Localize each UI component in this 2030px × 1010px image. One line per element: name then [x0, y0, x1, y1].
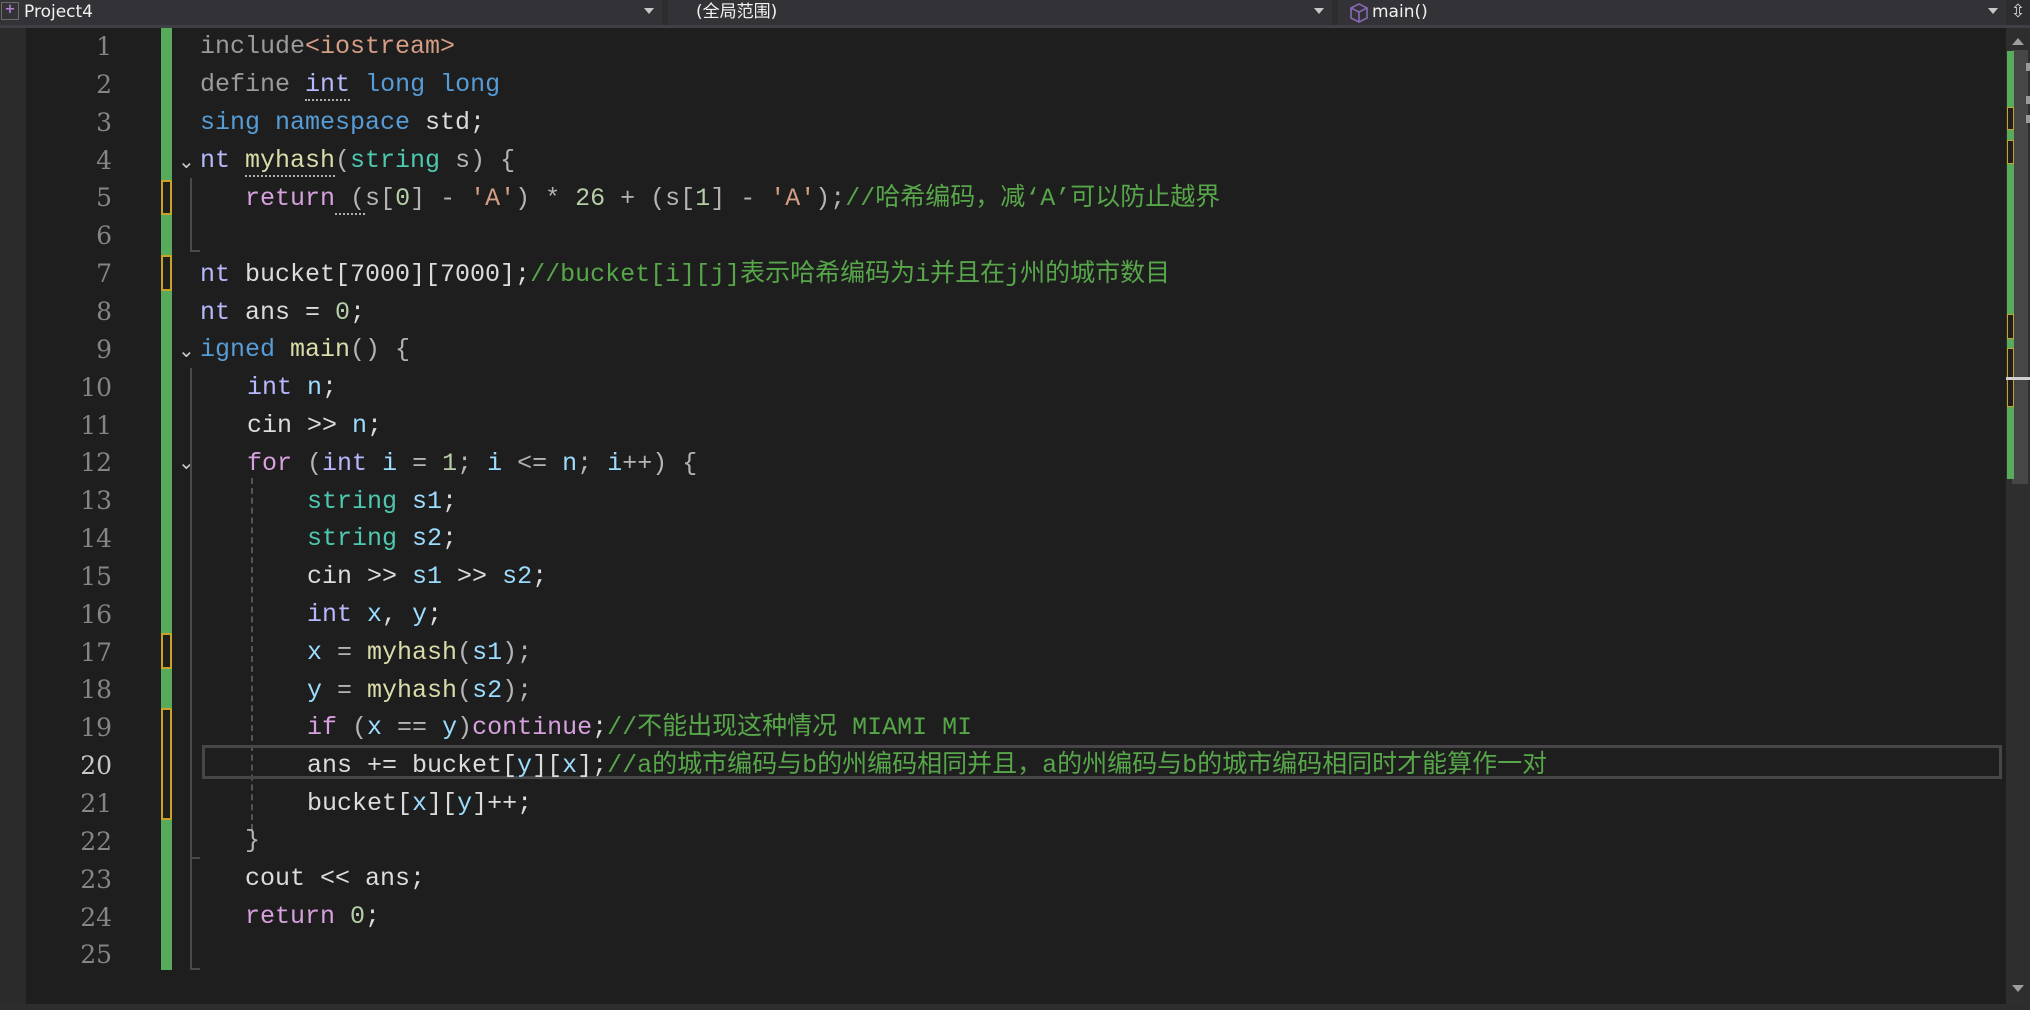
change-bar-saved — [161, 215, 172, 255]
line-number: 17 — [80, 637, 112, 667]
member-dropdown[interactable]: main() — [1338, 0, 2006, 25]
chevron-down-icon[interactable] — [1314, 8, 1324, 14]
scroll-down-arrow-icon[interactable] — [2012, 985, 2024, 992]
scroll-up-arrow-icon[interactable] — [2012, 38, 2024, 45]
map-marker — [2026, 96, 2030, 104]
map-change-saved — [2007, 130, 2014, 140]
change-bar-saved — [161, 28, 172, 193]
code-line: igned main() { — [200, 335, 411, 364]
code-line: y = myhash(s2); — [307, 676, 533, 705]
change-bar-unsaved — [161, 180, 172, 215]
line-number: 5 — [96, 183, 112, 213]
code-line-current: ans += bucket[y][x];//a的城市编码与b的州编码相同并且，a… — [307, 751, 1548, 780]
indent-guide — [190, 368, 192, 968]
code-line: define int long long — [200, 70, 501, 101]
line-number: 1 — [96, 32, 112, 61]
code-line: nt bucket[7000][7000];//bucket[i][j]表示哈希… — [200, 260, 1171, 289]
indent-guide-end — [190, 857, 200, 859]
map-change-saved — [2007, 164, 2014, 314]
method-cube-icon — [1350, 3, 1368, 23]
line-number: 12 — [80, 448, 112, 478]
chevron-down-icon[interactable] — [1988, 8, 1998, 14]
line-number: 16 — [80, 599, 112, 629]
indent-guide-end — [190, 968, 200, 970]
line-number: 11 — [80, 410, 112, 440]
indent-guide — [190, 178, 192, 250]
code-line: string s1; — [307, 487, 458, 516]
line-number: 2 — [96, 69, 112, 99]
scope-dropdown[interactable]: (全局范围) — [668, 0, 1332, 25]
code-line: int n; — [247, 373, 338, 402]
map-marker — [2026, 115, 2030, 123]
map-marker — [2026, 63, 2030, 71]
map-change-saved — [2007, 51, 2014, 107]
code-line: if (x == y)continue;//不能出现这种情况 MIAMI MI — [307, 713, 973, 742]
code-line: nt ans = 0; — [200, 298, 366, 327]
code-line: include<iostream> — [200, 32, 456, 61]
line-number: 14 — [80, 524, 112, 554]
line-number: 7 — [96, 259, 112, 289]
line-number: 8 — [96, 296, 112, 326]
map-caret-position — [2006, 377, 2030, 380]
map-change-unsaved — [2007, 140, 2014, 164]
change-bar-saved — [161, 669, 172, 708]
project-dropdown-label: Project4 — [24, 2, 93, 22]
line-number: 24 — [80, 902, 112, 932]
code-line: } — [245, 826, 261, 855]
indent-guide-end — [190, 250, 200, 252]
code-line: x = myhash(s1); — [307, 638, 533, 667]
line-number: 25 — [80, 940, 112, 970]
line-number: 13 — [80, 486, 112, 516]
change-bar-unsaved — [161, 633, 172, 669]
line-number: 18 — [80, 675, 112, 705]
line-number: 6 — [96, 221, 112, 251]
scope-dropdown-label: (全局范围) — [696, 2, 778, 22]
line-number: 15 — [80, 561, 112, 591]
code-line: int x, y; — [307, 600, 443, 629]
code-line: return (s[0] - 'A') * 26 + (s[1] - 'A');… — [245, 184, 1221, 215]
code-line: for (int i = 1; i <= n; i++) { — [247, 449, 698, 478]
code-line: string s2; — [307, 524, 458, 553]
fold-toggle-icon[interactable]: ⌄ — [178, 443, 195, 481]
horizontal-scrollbar[interactable] — [0, 1004, 2030, 1010]
line-number: 23 — [80, 864, 112, 894]
split-view-icon[interactable]: ⇳ — [2006, 0, 2030, 25]
line-number: 20 — [80, 751, 112, 781]
change-bar-saved — [161, 820, 172, 970]
line-number: 21 — [80, 789, 112, 818]
line-number: 3 — [96, 107, 112, 137]
indicator-margin — [0, 28, 26, 1010]
code-line: cout << ans; — [245, 864, 426, 893]
project-icon: + — [1, 2, 19, 20]
member-dropdown-label: main() — [1372, 2, 1428, 22]
map-change-saved — [2007, 407, 2014, 479]
project-dropdown[interactable]: + Project4 — [0, 0, 662, 25]
code-line: sing namespace std; — [200, 108, 486, 137]
chevron-down-icon[interactable] — [644, 8, 654, 14]
map-change-unsaved — [2007, 107, 2014, 130]
map-change-saved — [2007, 339, 2014, 348]
code-line: cin >> s1 >> s2; — [307, 562, 548, 591]
fold-toggle-icon[interactable]: ⌄ — [178, 331, 195, 369]
line-number: 4 — [96, 145, 112, 175]
code-line: nt myhash(string s) { — [200, 146, 516, 177]
vertical-scrollbar[interactable] — [2006, 28, 2030, 1004]
code-line: return 0; — [245, 902, 381, 931]
fold-toggle-icon[interactable]: ⌄ — [178, 142, 195, 180]
line-number: 22 — [80, 826, 112, 856]
change-bar-unsaved — [161, 255, 172, 291]
code-line: cin >> n; — [247, 411, 383, 440]
change-bar-saved — [161, 291, 172, 633]
change-bar-unsaved — [161, 708, 172, 820]
code-line: bucket[x][y]++; — [307, 789, 533, 818]
map-change-unsaved — [2007, 314, 2014, 339]
line-number: 10 — [80, 372, 112, 402]
line-number: 19 — [80, 713, 112, 743]
line-number: 9 — [96, 334, 112, 364]
navigation-bar: + Project4 (全局范围) main() ⇳ — [0, 0, 2030, 28]
